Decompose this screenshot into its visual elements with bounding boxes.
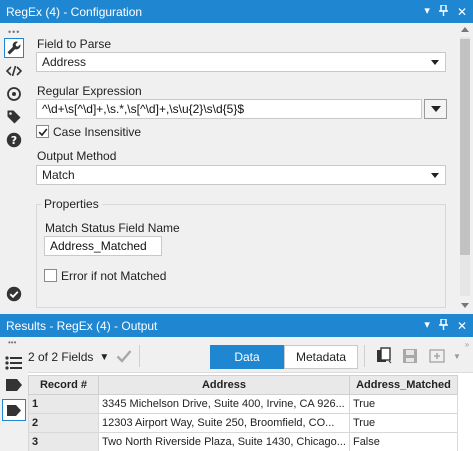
regex-label: Regular Expression [37, 84, 142, 98]
save-icon[interactable] [398, 345, 422, 367]
target-icon[interactable] [4, 84, 24, 104]
table-row[interactable]: 2 12303 Airport Way, Suite 250, Broomfie… [28, 413, 458, 433]
results-sidebar: ••• [0, 337, 28, 451]
config-title: RegEx (4) - Configuration [6, 4, 143, 19]
results-toolbar: 2 of 2 Fields ▼ Data Metadata ▼ » [0, 337, 473, 373]
results-title: Results - RegEx (4) - Output [6, 318, 158, 333]
address-matched-cell[interactable]: False [348, 432, 458, 451]
table-header-row: Record # Address Address_Matched [28, 375, 458, 395]
table-row[interactable]: 3 Two North Riverside Plaza, Suite 1430,… [28, 432, 458, 451]
address-matched-cell[interactable]: True [348, 413, 458, 433]
tab-data[interactable]: Data [210, 345, 284, 369]
config-titlebar: RegEx (4) - Configuration ▾ ✕ [0, 0, 473, 23]
regex-input[interactable]: ^\d+\s[^\d]+,\s.*,\s[^\d]+,\s\u{2}\s\d{5… [36, 99, 422, 119]
list-view-icon[interactable] [5, 355, 23, 374]
close-icon[interactable]: ✕ [457, 320, 467, 332]
config-scrollbar[interactable] [457, 23, 473, 312]
regex-tokens-button[interactable] [424, 99, 447, 119]
chevron-down-icon [431, 173, 439, 178]
chevron-down-icon: ▼ [99, 351, 110, 363]
svg-text:?: ? [11, 134, 17, 147]
error-if-not-matched-checkbox[interactable] [44, 269, 57, 282]
tab-metadata[interactable]: Metadata [284, 345, 358, 369]
output-method-value: Match [42, 168, 75, 182]
chevron-down-icon [431, 60, 439, 65]
field-to-parse-dropdown[interactable]: Address [36, 52, 446, 72]
chevron-down-icon [431, 106, 441, 112]
output-anchor-icon[interactable] [5, 378, 23, 395]
field-to-parse-value: Address [42, 55, 87, 69]
output-method-label: Output Method [37, 149, 117, 163]
address-matched-cell[interactable]: True [348, 394, 458, 414]
fields-selector[interactable]: 2 of 2 Fields ▼ [28, 346, 109, 368]
column-header[interactable]: Record # [28, 375, 99, 395]
case-insensitive-label: Case Insensitive [53, 125, 142, 139]
record-number-cell: 1 [28, 394, 99, 414]
tag-icon[interactable] [4, 107, 24, 127]
case-insensitive-checkbox[interactable] [36, 125, 49, 138]
results-panel: 2 of 2 Fields ▼ Data Metadata ▼ » ••• Re… [0, 337, 473, 451]
results-table: Record # Address Address_Matched 1 3345 … [28, 375, 458, 451]
properties-title: Properties [41, 197, 102, 211]
results-titlebar: Results - RegEx (4) - Output ▾ ✕ [0, 314, 473, 337]
record-number-cell: 3 [28, 432, 99, 451]
chevron-down-icon[interactable]: ▼ [450, 349, 464, 363]
column-header[interactable]: Address [98, 375, 350, 395]
properties-group [36, 204, 446, 308]
copy-icon[interactable] [372, 345, 396, 367]
address-cell[interactable]: 3345 Michelson Drive, Suite 400, Irvine,… [98, 394, 350, 414]
table-row[interactable]: 1 3345 Michelson Drive, Suite 400, Irvin… [28, 394, 458, 414]
add-to-canvas-icon[interactable] [425, 345, 449, 367]
close-icon[interactable]: ✕ [457, 6, 467, 18]
dropdown-arrow-icon[interactable]: ▾ [424, 320, 430, 331]
toolbar-divider [139, 345, 140, 367]
checkmark-icon [38, 128, 47, 136]
address-cell[interactable]: Two North Riverside Plaza, Suite 1430, C… [98, 432, 350, 451]
field-to-parse-label: Field to Parse [37, 37, 112, 51]
config-sidebar: ••• ? [0, 23, 28, 312]
overflow-chevron-icon[interactable]: » [462, 339, 472, 349]
toolbar-divider [364, 345, 365, 367]
pin-icon[interactable] [438, 3, 448, 19]
code-icon[interactable] [4, 61, 24, 81]
grip-icon: ••• [8, 338, 17, 347]
grip-icon: ••• [8, 27, 21, 37]
wrench-icon[interactable] [4, 38, 24, 58]
checkmark-circle-icon[interactable] [4, 284, 24, 304]
address-cell[interactable]: 12303 Airport Way, Suite 250, Broomfield… [98, 413, 350, 433]
match-status-input[interactable]: Address_Matched [44, 236, 162, 256]
scroll-thumb[interactable] [460, 39, 470, 255]
error-if-not-matched-label: Error if not Matched [61, 269, 167, 283]
fields-selector-label: 2 of 2 Fields [28, 350, 94, 364]
record-number-cell: 2 [28, 413, 99, 433]
config-form: Field to Parse Address Regular Expressio… [28, 23, 457, 312]
match-status-label: Match Status Field Name [45, 221, 180, 235]
pin-icon[interactable] [438, 317, 448, 333]
configuration-panel: ••• ? Field to Parse Address Regular Exp… [0, 23, 473, 312]
scroll-up-icon[interactable] [461, 27, 469, 32]
help-icon[interactable]: ? [4, 130, 24, 150]
scroll-down-icon[interactable] [461, 303, 469, 308]
output-anchor-selected-icon[interactable] [2, 399, 26, 421]
dropdown-arrow-icon[interactable]: ▾ [424, 6, 430, 17]
apply-checkmark-icon[interactable] [114, 345, 134, 367]
output-method-dropdown[interactable]: Match [36, 165, 446, 185]
column-header[interactable]: Address_Matched [348, 375, 458, 395]
